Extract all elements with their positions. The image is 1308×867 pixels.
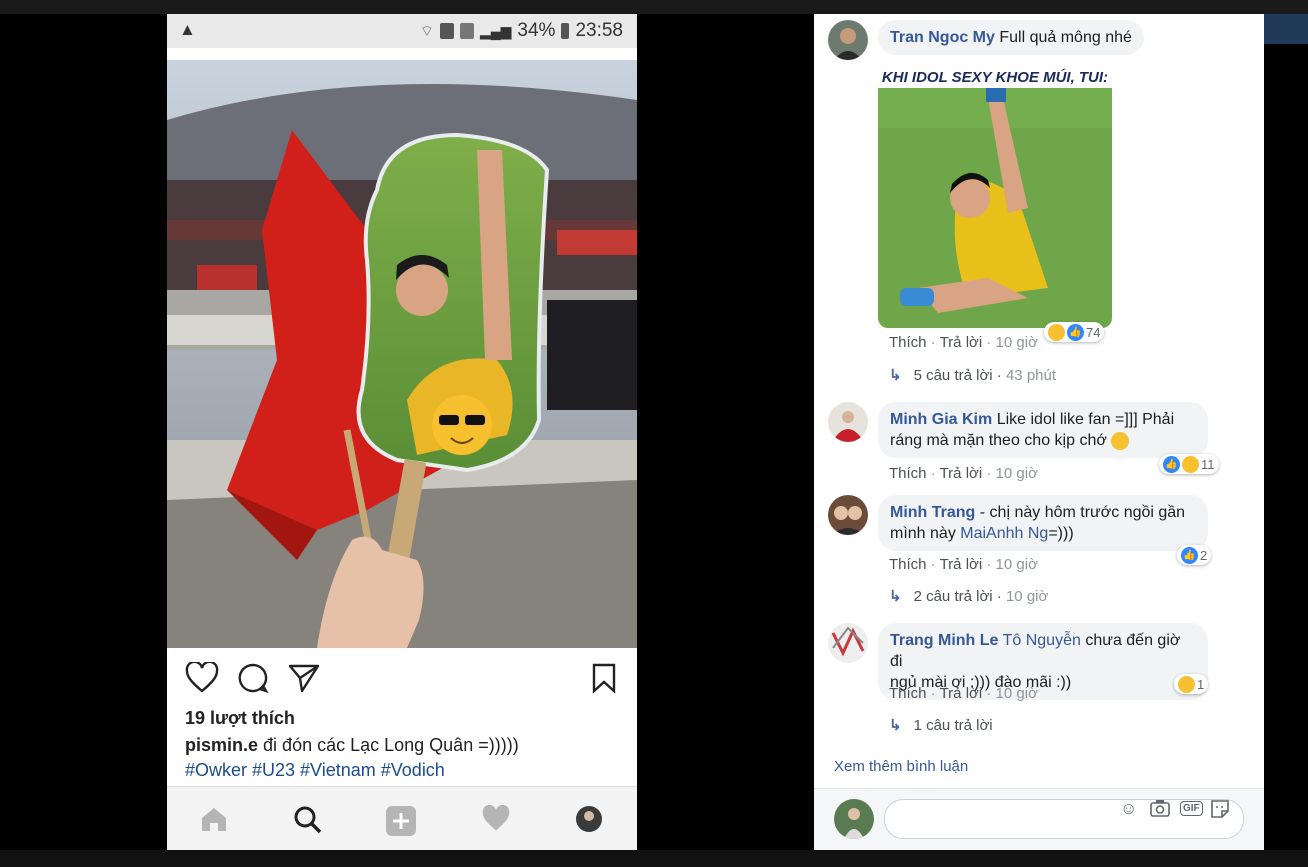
avatar[interactable] [828,495,868,535]
meme-caption: KHI IDOL SEXY KHOE MÚI, TUI: [881,69,1109,86]
comment-bubble: Minh Gia Kim Like idol like fan =]]] Phả… [878,402,1208,458]
like-link[interactable]: Thích [889,556,927,573]
caption-text: đi đón các Lạc Long Quân =))))) [263,735,519,755]
haha-emoji-icon [1111,431,1130,450]
reaction-count[interactable]: 1 [1174,674,1209,694]
add-icon[interactable] [385,805,417,837]
bookmark-icon[interactable] [591,662,617,694]
reply-link[interactable]: Trả lời [940,556,983,573]
like-reaction-icon: 👍 [1163,455,1180,473]
warning-icon: ▲ [179,20,196,39]
commenter-name[interactable]: Tran Ngoc My [890,29,995,46]
reaction-count[interactable]: 👍 2 [1177,545,1212,565]
like-link[interactable]: Thích [889,465,927,482]
gif-icon[interactable]: GIF [1180,801,1203,816]
reply-arrow-icon: ↳ [889,588,902,605]
view-more-comments-link[interactable]: Xem thêm bình luận [834,758,968,775]
instagram-phone-screenshot: ▲ ⌔ ▂▄▆ 34% 23:58 19 lượt thích pismin.e… [167,14,637,850]
comment-bubble: Minh Trang - chị này hôm trước ngồi gần … [878,495,1208,551]
heart-icon[interactable] [185,662,219,694]
comment-text: Like idol like fan =]]] Phải [996,411,1175,428]
battery-icon [561,23,570,39]
avatar[interactable] [828,20,868,60]
comment-text: Full quả mông nhé [999,29,1132,46]
stadium-photo [167,60,637,648]
view-replies-link[interactable]: ↳ 1 câu trả lời [889,716,993,734]
view-replies-link[interactable]: ↳ 5 câu trả lời · 43 phút [889,366,1056,384]
emoji-icon[interactable]: ☺ [1120,799,1137,819]
comment-text: - chị này hôm trước ngồi gần [979,504,1186,521]
commenter-name[interactable]: Minh Trang [890,504,975,521]
wifi-icon: ⌔ [419,22,434,40]
meme-photo [878,88,1112,328]
background-bottom-strip [0,850,1308,867]
comment-meta: Thích · Trả lời · 10 giờ [889,465,1038,482]
sim-icon [439,23,454,39]
reaction-count[interactable]: 👍 11 [1159,454,1219,474]
comment-meta: Thích · Trả lời · 10 giờ [889,556,1038,573]
bottom-tab-bar [167,786,637,850]
mention-link[interactable]: MaiAnhh Ng [960,525,1048,542]
like-reaction-icon: 👍 [1181,546,1198,564]
current-user-avatar[interactable] [834,799,874,839]
commenter-name[interactable]: Trang Minh Le [890,632,998,649]
sticker-icon[interactable] [1210,799,1230,824]
post-hashtags[interactable]: #Owker #U23 #Vietnam #Vodich [185,760,445,781]
post-actions [167,660,637,700]
camera-icon[interactable] [1150,799,1170,822]
likes-count[interactable]: 19 lượt thích [185,708,295,729]
haha-icon [1182,455,1199,473]
comment-icon[interactable] [237,662,269,694]
comment-time: 10 giờ [995,465,1038,482]
clock: 23:58 [575,20,623,41]
comment-meta: Thích · Trả lời · 10 giờ [889,685,1038,702]
avatar[interactable] [828,623,868,663]
reply-arrow-icon: ↳ [889,367,902,384]
background-right-strip [1264,14,1308,44]
signal-icon [459,23,474,39]
post-caption: pismin.e đi đón các Lạc Long Quân =))))) [185,735,519,756]
share-icon[interactable] [287,662,321,694]
like-link[interactable]: Thích [889,334,927,351]
post-photo[interactable] [167,60,637,648]
avatar[interactable] [828,402,868,442]
signal-bars-icon: ▂▄▆ [479,22,512,39]
comment-meta: Thích · Trả lời · 10 giờ [889,334,1038,351]
reply-link[interactable]: Trả lời [940,685,983,702]
mention-link[interactable]: Tô Nguyễn [1003,632,1081,649]
like-link[interactable]: Thích [889,685,927,702]
reaction-count[interactable]: 👍 74 [1044,322,1105,342]
comment-bubble: Tran Ngoc My Full quả mông nhé [878,20,1144,55]
comment-composer: ☺ GIF [814,788,1264,850]
like-reaction-icon: 👍 [1067,323,1084,341]
profile-icon[interactable] [575,805,603,833]
post-username[interactable]: pismin.e [185,735,258,755]
comment-time: 10 giờ [995,556,1038,573]
haha-icon [1178,675,1195,693]
home-icon[interactable] [199,805,229,833]
reply-link[interactable]: Trả lời [940,334,983,351]
activity-icon[interactable] [481,805,511,833]
view-replies-link[interactable]: ↳ 2 câu trả lời · 10 giờ [889,587,1048,605]
background-top-bar [0,0,1308,14]
status-bar: ▲ ⌔ ▂▄▆ 34% 23:58 [167,14,637,48]
comment-text-line2: ráng mà mặn theo cho kịp chớ [890,432,1107,449]
search-icon[interactable] [293,805,323,835]
comment-time: 10 giờ [995,685,1038,702]
commenter-name[interactable]: Minh Gia Kim [890,411,992,428]
comment-image[interactable]: KHI IDOL SEXY KHOE MÚI, TUI: [878,68,1112,328]
reply-arrow-icon: ↳ [889,717,902,734]
facebook-comments-panel: Tran Ngoc My Full quả mông nhé KHI IDOL … [814,14,1264,850]
haha-icon [1048,323,1065,341]
battery-level: 34% [517,20,556,41]
comment-time: 10 giờ [995,334,1038,351]
reply-link[interactable]: Trả lời [940,465,983,482]
